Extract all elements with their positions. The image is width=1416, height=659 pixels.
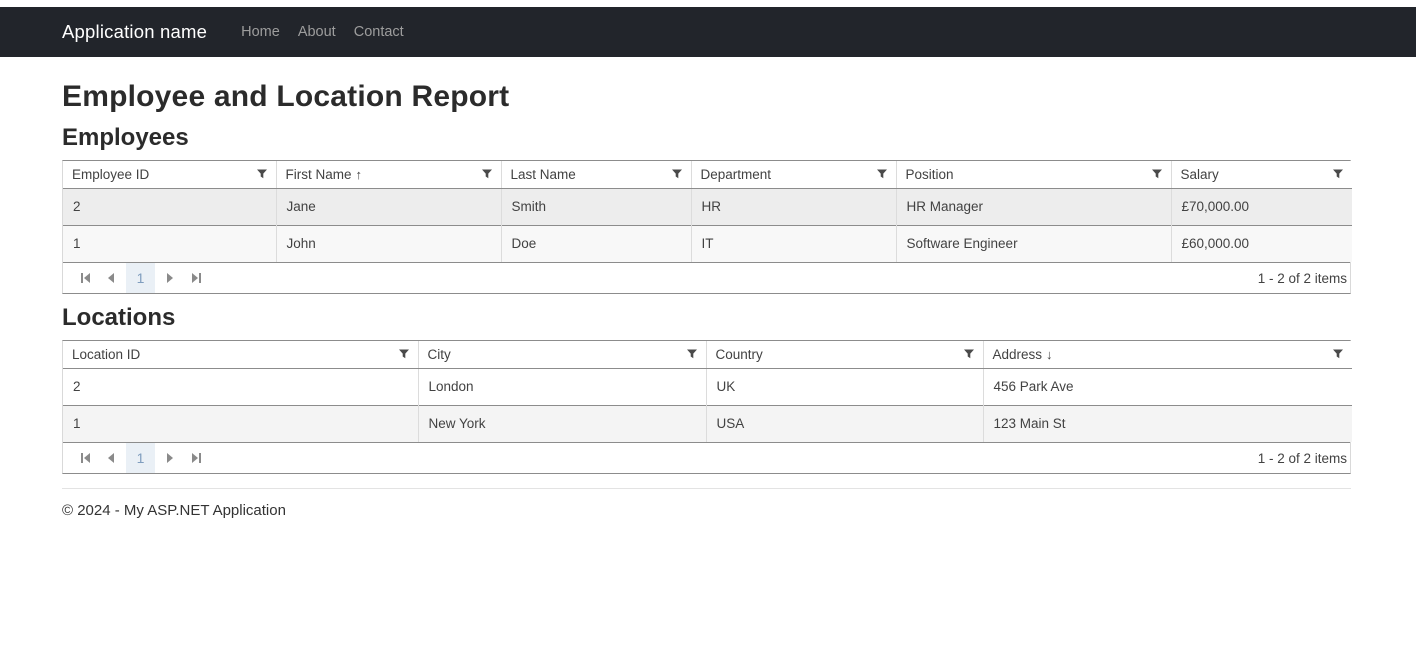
cell-address: 456 Park Ave (983, 368, 1352, 405)
cell-country: USA (706, 405, 983, 442)
filter-icon[interactable] (481, 168, 493, 180)
table-row: 2 Jane Smith HR HR Manager £70,000.00 (63, 188, 1352, 225)
seek-first-icon (81, 453, 90, 463)
last-page-button[interactable] (183, 263, 209, 293)
column-label: Country (716, 347, 763, 362)
cell-department: HR (691, 188, 896, 225)
column-header-position[interactable]: Position (896, 161, 1171, 188)
locations-header-row: Location ID City (63, 341, 1352, 368)
cell-position: Software Engineer (896, 225, 1171, 262)
next-page-button[interactable] (157, 263, 183, 293)
column-header-city[interactable]: City (418, 341, 706, 368)
seek-first-icon (81, 273, 90, 283)
column-header-salary[interactable]: Salary (1171, 161, 1352, 188)
column-header-department[interactable]: Department (691, 161, 896, 188)
seek-last-icon (192, 453, 201, 463)
filter-icon[interactable] (256, 168, 268, 180)
employees-grid: Employee ID First Name ↑ (62, 160, 1351, 294)
filter-icon[interactable] (1332, 348, 1344, 360)
cell-city: London (418, 368, 706, 405)
filter-icon[interactable] (671, 168, 683, 180)
column-label: City (428, 347, 451, 362)
cell-salary: £60,000.00 (1171, 225, 1352, 262)
pager-info: 1 - 2 of 2 items (1258, 451, 1350, 466)
locations-heading: Locations (62, 304, 1351, 332)
cell-city: New York (418, 405, 706, 442)
top-strip (0, 0, 1416, 7)
cell-country: UK (706, 368, 983, 405)
arrow-right-icon (167, 273, 173, 283)
column-label: Salary (1181, 167, 1219, 182)
last-page-button[interactable] (183, 443, 209, 473)
cell-last-name: Smith (501, 188, 691, 225)
navbar-brand[interactable]: Application name (62, 21, 207, 43)
navbar: Application name Home About Contact (0, 7, 1416, 57)
employees-table: Employee ID First Name ↑ (63, 161, 1352, 262)
filter-icon[interactable] (963, 348, 975, 360)
locations-pager: 1 1 - 2 of 2 items (63, 442, 1350, 473)
column-header-employee-id[interactable]: Employee ID (63, 161, 276, 188)
column-header-location-id[interactable]: Location ID (63, 341, 418, 368)
page-footer: © 2024 - My ASP.NET Application (62, 502, 1351, 519)
column-header-last-name[interactable]: Last Name (501, 161, 691, 188)
locations-table: Location ID City (63, 341, 1352, 442)
column-label: Employee ID (72, 167, 149, 182)
table-row: 1 John Doe IT Software Engineer £60,000.… (63, 225, 1352, 262)
column-label: Address (993, 347, 1043, 362)
first-page-button[interactable] (72, 263, 98, 293)
arrow-right-icon (167, 453, 173, 463)
filter-icon[interactable] (1151, 168, 1163, 180)
column-header-first-name[interactable]: First Name ↑ (276, 161, 501, 188)
column-header-address[interactable]: Address ↓ (983, 341, 1352, 368)
column-label: Location ID (72, 347, 140, 362)
column-header-country[interactable]: Country (706, 341, 983, 368)
column-label: Position (906, 167, 954, 182)
filter-icon[interactable] (686, 348, 698, 360)
cell-department: IT (691, 225, 896, 262)
cell-location-id: 2 (63, 368, 418, 405)
table-row: 2 London UK 456 Park Ave (63, 368, 1352, 405)
cell-employee-id: 2 (63, 188, 276, 225)
table-row: 1 New York USA 123 Main St (63, 405, 1352, 442)
locations-grid: Location ID City (62, 340, 1351, 474)
nav-link-contact[interactable]: Contact (345, 24, 413, 40)
navbar-links: Home About Contact (232, 24, 413, 40)
cell-location-id: 1 (63, 405, 418, 442)
sort-desc-icon: ↓ (1046, 347, 1053, 362)
copyright-text: © 2024 - My ASP.NET Application (62, 502, 1351, 519)
cell-position: HR Manager (896, 188, 1171, 225)
cell-last-name: Doe (501, 225, 691, 262)
employees-header-row: Employee ID First Name ↑ (63, 161, 1352, 188)
previous-page-button[interactable] (98, 443, 124, 473)
cell-salary: £70,000.00 (1171, 188, 1352, 225)
nav-link-home[interactable]: Home (232, 24, 289, 40)
sort-asc-icon: ↑ (356, 167, 363, 182)
main-content: Employee and Location Report Employees E… (62, 80, 1351, 519)
filter-icon[interactable] (398, 348, 410, 360)
current-page-button[interactable]: 1 (126, 443, 155, 473)
first-page-button[interactable] (72, 443, 98, 473)
cell-first-name: John (276, 225, 501, 262)
employees-pager: 1 1 - 2 of 2 items (63, 262, 1350, 293)
column-label: Department (701, 167, 772, 182)
nav-link-about[interactable]: About (289, 24, 345, 40)
cell-first-name: Jane (276, 188, 501, 225)
footer-divider (62, 488, 1351, 489)
pager-info: 1 - 2 of 2 items (1258, 271, 1350, 286)
column-label: Last Name (511, 167, 576, 182)
filter-icon[interactable] (1332, 168, 1344, 180)
cell-employee-id: 1 (63, 225, 276, 262)
cell-address: 123 Main St (983, 405, 1352, 442)
page-title: Employee and Location Report (62, 80, 1351, 114)
next-page-button[interactable] (157, 443, 183, 473)
arrow-left-icon (108, 273, 114, 283)
column-label: First Name (286, 167, 352, 182)
seek-last-icon (192, 273, 201, 283)
employees-heading: Employees (62, 124, 1351, 152)
arrow-left-icon (108, 453, 114, 463)
filter-icon[interactable] (876, 168, 888, 180)
previous-page-button[interactable] (98, 263, 124, 293)
current-page-button[interactable]: 1 (126, 263, 155, 293)
